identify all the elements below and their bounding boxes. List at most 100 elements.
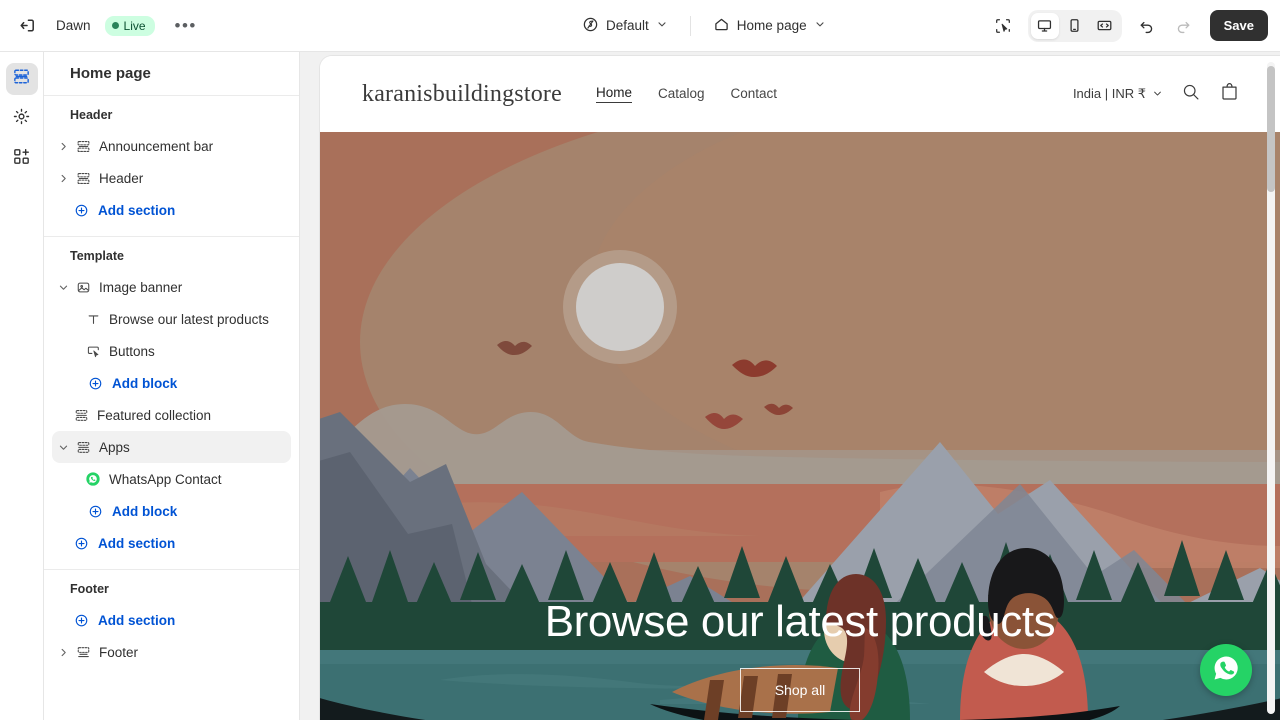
cart-icon[interactable] bbox=[1219, 81, 1240, 107]
hero-heading[interactable]: Browse our latest products bbox=[545, 597, 1056, 646]
rail-item-apps[interactable] bbox=[6, 143, 38, 175]
add-section-button-template[interactable]: Add section bbox=[52, 527, 291, 559]
hero-banner-image: Browse our latest products Shop all bbox=[320, 132, 1280, 720]
add-section-button-footer[interactable]: Add section bbox=[52, 604, 291, 636]
section-icon bbox=[72, 139, 94, 154]
whatsapp-float-button[interactable] bbox=[1200, 644, 1252, 696]
undo-icon[interactable] bbox=[1132, 11, 1162, 41]
redo-icon bbox=[1168, 11, 1198, 41]
gear-icon bbox=[12, 107, 31, 131]
exit-icon[interactable] bbox=[12, 11, 42, 41]
add-block-button-apps[interactable]: Add block bbox=[52, 495, 291, 527]
save-button[interactable]: Save bbox=[1209, 10, 1268, 41]
sidebar-item-image-banner[interactable]: Image banner bbox=[52, 271, 291, 303]
theme-selector[interactable]: Default bbox=[574, 11, 676, 41]
status-badge-label: Live bbox=[123, 18, 146, 33]
button-cursor-icon bbox=[82, 344, 104, 359]
add-block-label: Add block bbox=[112, 375, 178, 391]
collection-icon bbox=[72, 440, 94, 455]
sidebar-item-featured-collection[interactable]: Featured collection bbox=[52, 399, 291, 431]
store-nav: Home Catalog Contact bbox=[595, 85, 778, 103]
sidebar-item-announcement-bar[interactable]: Announcement bar bbox=[52, 130, 291, 162]
page-selector-label: Home page bbox=[736, 18, 807, 33]
sidebar-item-label: Image banner bbox=[99, 279, 183, 295]
add-section-label: Add section bbox=[98, 202, 176, 218]
chevron-right-icon[interactable] bbox=[54, 141, 72, 152]
sidebar-item-apps[interactable]: Apps bbox=[52, 431, 291, 463]
mobile-icon[interactable] bbox=[1061, 13, 1089, 39]
top-bar: Dawn Live ••• Default Home page Save bbox=[0, 0, 1280, 52]
nav-link-home[interactable]: Home bbox=[595, 85, 632, 103]
view-toggle-group bbox=[1027, 9, 1122, 42]
group-heading-template: Template bbox=[70, 249, 124, 263]
sidebar-item-label: Browse our latest products bbox=[109, 311, 269, 327]
select-inspect-icon[interactable] bbox=[988, 11, 1018, 41]
sidebar-item-label: Footer bbox=[99, 644, 139, 660]
sidebar-item-label: Header bbox=[99, 170, 144, 186]
group-heading-footer: Footer bbox=[70, 582, 109, 596]
chevron-down-icon[interactable] bbox=[54, 442, 72, 453]
sidebar-item-buttons[interactable]: Buttons bbox=[52, 335, 291, 367]
add-section-label: Add section bbox=[98, 612, 176, 628]
page-title: Home page bbox=[44, 52, 299, 96]
store-header: karanisbuildingstore Home Catalog Contac… bbox=[320, 56, 1280, 132]
sidebar-item-footer[interactable]: Footer bbox=[52, 636, 291, 668]
chevron-down-icon[interactable] bbox=[54, 282, 72, 293]
theme-name: Dawn bbox=[56, 18, 91, 33]
sidebar-group-template: Template Image banner Browse our latest bbox=[44, 237, 299, 570]
add-section-button-header[interactable]: Add section bbox=[52, 194, 291, 226]
preview-scrollbar[interactable] bbox=[1264, 56, 1276, 720]
group-heading-header: Header bbox=[70, 108, 113, 122]
plus-circle-icon bbox=[70, 203, 92, 218]
hero-content: Browse our latest products Shop all bbox=[320, 132, 1280, 720]
divider bbox=[689, 15, 691, 36]
footer-icon bbox=[72, 645, 94, 660]
sidebar-item-text-block[interactable]: Browse our latest products bbox=[52, 303, 291, 335]
collection-icon bbox=[70, 408, 92, 423]
plus-circle-icon bbox=[70, 613, 92, 628]
fullscreen-icon[interactable] bbox=[1091, 13, 1119, 39]
scrollbar-thumb[interactable] bbox=[1267, 66, 1275, 192]
chevron-down-icon bbox=[814, 18, 826, 33]
sections-icon bbox=[12, 67, 31, 91]
shopify-circle-icon bbox=[582, 16, 599, 36]
currency-selector[interactable]: India | INR ₹ bbox=[1073, 86, 1163, 102]
chevron-right-icon[interactable] bbox=[54, 173, 72, 184]
store-logo[interactable]: karanisbuildingstore bbox=[362, 81, 562, 108]
sidebar-item-label: WhatsApp Contact bbox=[109, 471, 222, 487]
chevron-down-icon bbox=[1152, 87, 1163, 102]
sidebar-item-label: Apps bbox=[99, 439, 130, 455]
section-icon bbox=[72, 171, 94, 186]
store-preview-frame: karanisbuildingstore Home Catalog Contac… bbox=[320, 56, 1280, 720]
rail-item-settings[interactable] bbox=[6, 103, 38, 135]
sidebar-item-header[interactable]: Header bbox=[52, 162, 291, 194]
page-selector[interactable]: Home page bbox=[705, 11, 834, 41]
status-badge: Live bbox=[104, 15, 155, 36]
top-bar-center: Default Home page bbox=[420, 11, 988, 41]
chevron-right-icon[interactable] bbox=[54, 647, 72, 658]
currency-label: India | INR ₹ bbox=[1072, 86, 1146, 101]
add-section-label: Add section bbox=[98, 535, 176, 551]
preview-area: karanisbuildingstore Home Catalog Contac… bbox=[300, 52, 1280, 720]
chevron-down-icon bbox=[656, 18, 668, 33]
add-block-button-image-banner[interactable]: Add block bbox=[52, 367, 291, 399]
rail-item-sections[interactable] bbox=[5, 63, 38, 95]
sections-sidebar: Home page Header Announcement bar Header… bbox=[44, 52, 300, 720]
shop-all-button[interactable]: Shop all bbox=[739, 668, 861, 712]
search-icon[interactable] bbox=[1181, 82, 1201, 107]
store-header-actions: India | INR ₹ bbox=[1073, 81, 1240, 107]
sidebar-item-label: Featured collection bbox=[97, 407, 212, 423]
desktop-icon[interactable] bbox=[1030, 12, 1059, 39]
plus-circle-icon bbox=[70, 536, 92, 551]
more-options-button[interactable]: ••• bbox=[169, 17, 203, 35]
home-icon bbox=[713, 16, 730, 36]
sidebar-group-header: Header Announcement bar Header Add secti… bbox=[44, 96, 299, 237]
left-rail bbox=[0, 52, 44, 720]
top-bar-right: Save bbox=[988, 9, 1280, 42]
status-dot bbox=[111, 22, 119, 29]
apps-add-icon bbox=[12, 147, 31, 171]
nav-link-contact[interactable]: Contact bbox=[731, 86, 778, 103]
nav-link-catalog[interactable]: Catalog bbox=[658, 86, 705, 103]
sidebar-item-whatsapp-contact[interactable]: WhatsApp Contact bbox=[52, 463, 291, 495]
image-icon bbox=[72, 280, 94, 295]
